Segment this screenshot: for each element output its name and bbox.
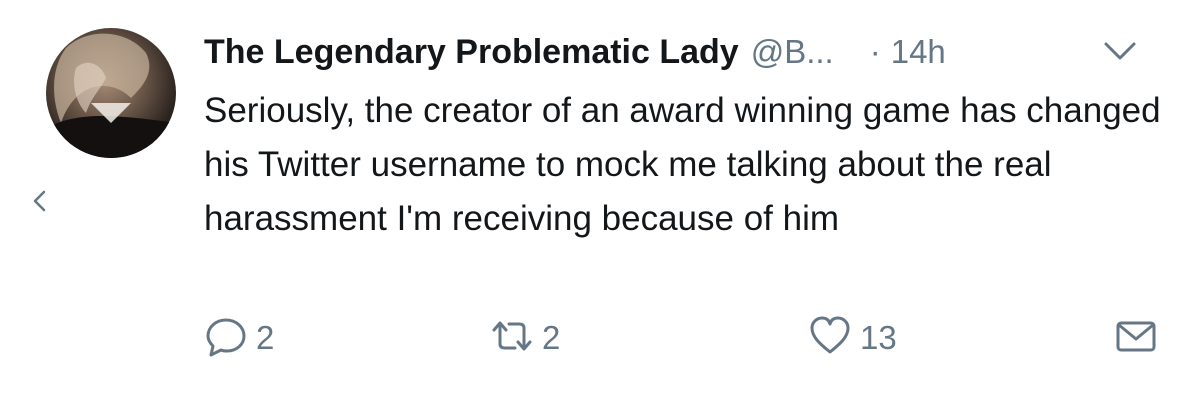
separator-dot: ·: [869, 33, 881, 70]
heart-icon: [808, 314, 852, 363]
like-count: 13: [860, 319, 897, 356]
envelope-icon: [1114, 314, 1158, 363]
like-button[interactable]: 13: [808, 312, 897, 364]
author-name[interactable]: The Legendary Problematic Lady: [204, 33, 739, 72]
retweet-button[interactable]: 2: [490, 312, 560, 364]
retweet-count: 2: [542, 319, 561, 356]
reply-icon: [204, 314, 248, 363]
back-chevron-icon[interactable]: [30, 186, 50, 216]
author-handle[interactable]: @B...: [751, 33, 834, 71]
tweet-header: The Legendary Problematic Lady @B... · 1…: [204, 28, 1164, 76]
chevron-down-icon[interactable]: [1100, 38, 1140, 64]
retweet-icon: [490, 314, 534, 363]
reply-count: 2: [256, 319, 275, 356]
tweet-actions: 2 2 13: [204, 312, 1174, 364]
direct-message-button[interactable]: [1114, 312, 1158, 364]
tweet-timestamp[interactable]: 14h: [891, 33, 946, 71]
avatar[interactable]: [46, 28, 176, 158]
tweet-text: Seriously, the creator of an award winni…: [204, 91, 1161, 238]
reply-button[interactable]: 2: [204, 312, 274, 364]
